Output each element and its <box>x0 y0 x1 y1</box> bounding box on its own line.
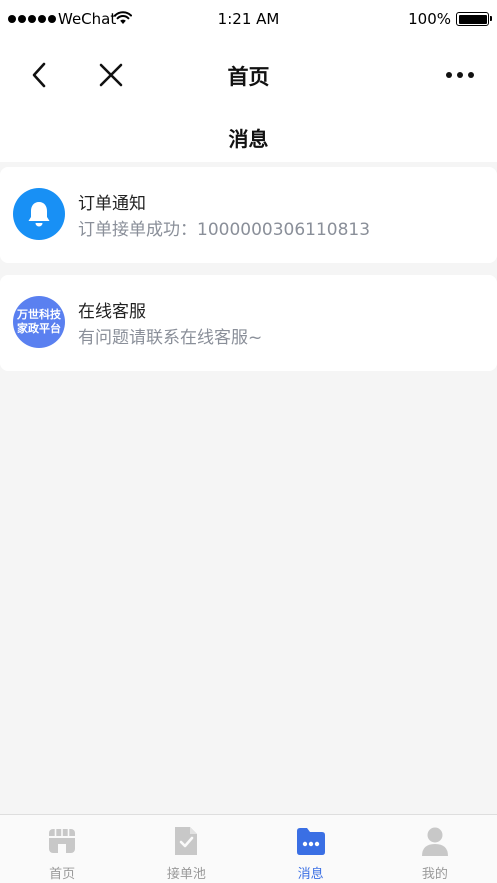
tab-order-pool[interactable]: 接单池 <box>124 815 248 883</box>
messages-page: WeChat 1:21 AM 100% 首页 消息 订单通知 订单接单成功：10… <box>0 0 497 883</box>
battery-icon <box>456 12 492 26</box>
message-preview: 有问题请联系在线客服~ <box>78 328 263 348</box>
tab-messages[interactable]: 消息 <box>249 815 373 883</box>
message-preview: 订单接单成功：1000000306110813 <box>78 220 371 240</box>
header-area: WeChat 1:21 AM 100% 首页 消息 <box>0 0 497 162</box>
status-bar: WeChat 1:21 AM 100% <box>0 0 497 40</box>
order-notice-avatar <box>13 188 65 240</box>
message-folder-icon <box>296 828 325 855</box>
store-icon <box>49 829 76 853</box>
tab-label: 首页 <box>49 867 76 882</box>
message-title: 在线客服 <box>78 302 146 322</box>
message-item-order-notice[interactable]: 订单通知 订单接单成功：1000000306110813 <box>0 167 497 263</box>
navigation-bar: 首页 <box>0 48 497 102</box>
tab-label: 消息 <box>297 867 324 882</box>
page-title: 消息 <box>228 127 269 151</box>
brand-logo-avatar: 万世科技 家政平台 <box>13 296 65 348</box>
user-icon <box>421 827 448 856</box>
navbar-title: 首页 <box>227 65 270 89</box>
bottom-tab-bar: 首页 接单池 消息 我的 <box>0 814 497 883</box>
battery-percentage: 100% <box>408 10 451 28</box>
bell-icon <box>28 202 50 227</box>
document-check-icon <box>175 827 198 855</box>
message-title: 订单通知 <box>78 194 146 214</box>
tab-home[interactable]: 首页 <box>0 815 124 883</box>
tab-label: 我的 <box>421 867 448 882</box>
tab-profile[interactable]: 我的 <box>373 815 497 883</box>
more-options-icon[interactable] <box>443 58 477 92</box>
avatar-text-line-2: 家政平台 <box>17 322 61 335</box>
tab-label: 接单池 <box>166 867 206 882</box>
avatar-text-line-1: 万世科技 <box>17 308 61 321</box>
message-item-online-service[interactable]: 万世科技 家政平台 在线客服 有问题请联系在线客服~ <box>0 275 497 371</box>
